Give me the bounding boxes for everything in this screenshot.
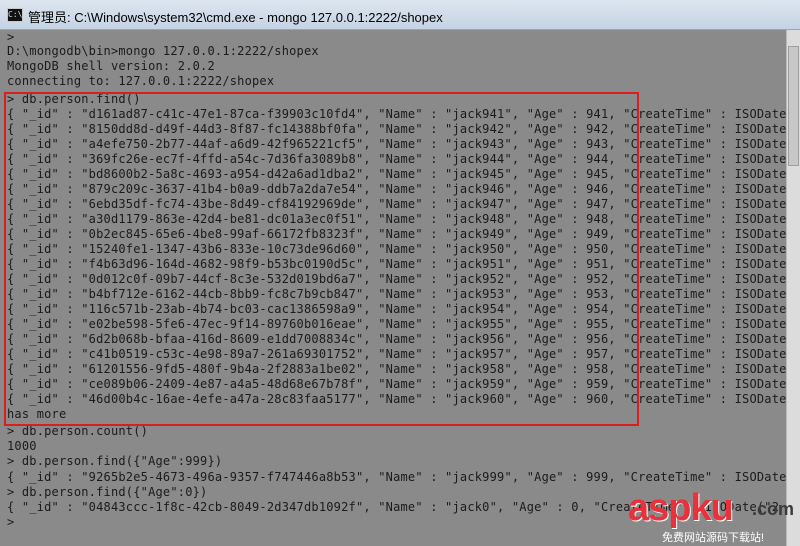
highlight-box bbox=[4, 92, 639, 426]
console-line: { "_id" : "9265b2e5-4673-496a-9357-f7474… bbox=[7, 470, 786, 484]
console-line: connecting to: 127.0.0.1:2222/shopex bbox=[7, 74, 275, 88]
watermark-tld: .com bbox=[752, 499, 795, 519]
result-row: > bbox=[7, 515, 15, 529]
window-title: 管理员: C:\Windows\system32\cmd.exe - mongo… bbox=[28, 10, 443, 25]
watermark-logo: aspku .com 免费网站源码下载站! bbox=[620, 487, 800, 546]
console-line: 1000 bbox=[7, 439, 37, 453]
result-row: > db.person.find({"Age":0}) bbox=[7, 485, 208, 499]
console-line: MongoDB shell version: 2.0.2 bbox=[7, 59, 215, 73]
scrollbar-thumb[interactable] bbox=[788, 46, 799, 166]
console-line: D:\mongodb\bin>mongo 127.0.0.1:2222/shop… bbox=[7, 44, 319, 58]
console-line: > db.person.count() bbox=[7, 424, 149, 438]
title-bar[interactable]: C:\ 管理员: C:\Windows\system32\cmd.exe - m… bbox=[0, 0, 800, 30]
watermark-subtitle: 免费网站源码下载站! bbox=[662, 532, 765, 544]
console-line: > db.person.find({"Age":999}) bbox=[7, 454, 223, 468]
cmd-icon: C:\ bbox=[7, 8, 23, 22]
console-line: > bbox=[7, 30, 15, 44]
watermark-main: aspku bbox=[628, 487, 734, 529]
vertical-scrollbar[interactable] bbox=[786, 30, 800, 546]
